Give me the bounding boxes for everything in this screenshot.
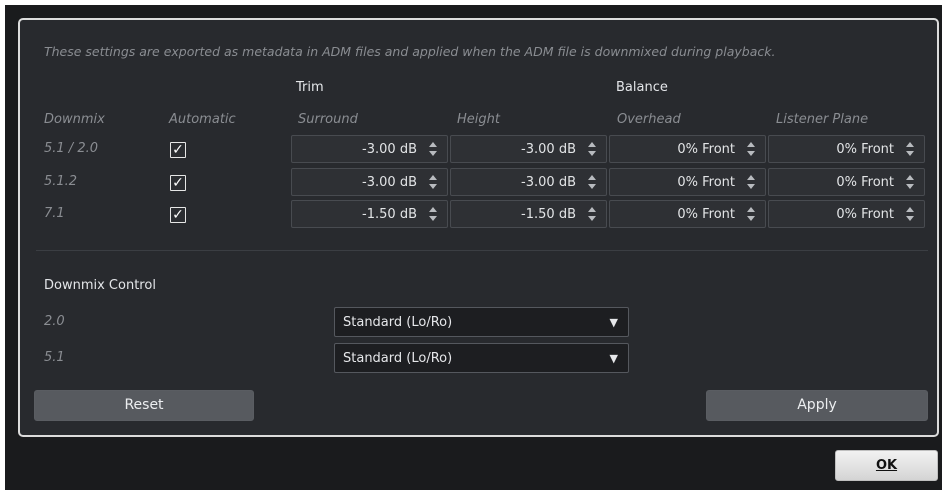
downmix-select-5-1[interactable]: Standard (Lo/Ro) ▼ xyxy=(334,343,629,373)
stepper-value: 0% Front xyxy=(677,207,735,222)
up-down-arrows-icon[interactable] xyxy=(746,174,756,190)
listener-plane-balance-stepper-5-1-2[interactable]: 0% Front xyxy=(768,168,925,196)
column-listener-plane: Listener Plane xyxy=(776,112,869,127)
row-label-5-1-2-0: 5.1 / 2.0 xyxy=(44,141,98,156)
up-down-arrows-icon[interactable] xyxy=(428,141,438,157)
stepper-value: 0% Front xyxy=(836,207,894,222)
caret-down-icon: ▼ xyxy=(609,316,618,329)
downmix-control-label-2-0: 2.0 xyxy=(44,314,65,329)
stepper-value: -3.00 dB xyxy=(362,175,417,190)
column-height: Height xyxy=(457,112,500,127)
surround-trim-stepper-5-1-2-0[interactable]: -3.00 dB xyxy=(291,135,448,163)
stepper-value: -3.00 dB xyxy=(362,142,417,157)
stepper-value: -1.50 dB xyxy=(362,207,417,222)
surround-trim-stepper-7-1[interactable]: -1.50 dB xyxy=(291,200,448,228)
column-overhead: Overhead xyxy=(617,112,681,127)
automatic-checkbox-5-1-2-0[interactable]: ✓ xyxy=(170,142,186,158)
up-down-arrows-icon[interactable] xyxy=(905,206,915,222)
up-down-arrows-icon[interactable] xyxy=(428,174,438,190)
reset-button[interactable]: Reset xyxy=(34,390,254,421)
height-trim-stepper-5-1-2[interactable]: -3.00 dB xyxy=(450,168,607,196)
stepper-value: -3.00 dB xyxy=(521,175,576,190)
select-value: Standard (Lo/Ro) xyxy=(343,315,453,330)
listener-plane-balance-stepper-7-1[interactable]: 0% Front xyxy=(768,200,925,228)
up-down-arrows-icon[interactable] xyxy=(905,141,915,157)
listener-plane-balance-stepper-5-1-2-0[interactable]: 0% Front xyxy=(768,135,925,163)
dialog-window: These settings are exported as metadata … xyxy=(5,5,942,490)
row-label-7-1: 7.1 xyxy=(44,206,65,221)
downmix-control-title: Downmix Control xyxy=(44,278,156,293)
stepper-value: 0% Front xyxy=(836,142,894,157)
section-divider xyxy=(36,250,928,251)
select-value: Standard (Lo/Ro) xyxy=(343,351,453,366)
balance-group-heading: Balance xyxy=(616,80,668,95)
caret-down-icon: ▼ xyxy=(609,352,618,365)
info-text: These settings are exported as metadata … xyxy=(44,44,776,59)
overhead-balance-stepper-7-1[interactable]: 0% Front xyxy=(609,200,766,228)
automatic-checkbox-7-1[interactable]: ✓ xyxy=(170,207,186,223)
stepper-value: 0% Front xyxy=(836,175,894,190)
up-down-arrows-icon[interactable] xyxy=(746,141,756,157)
stepper-value: -3.00 dB xyxy=(521,142,576,157)
trim-group-heading: Trim xyxy=(296,80,324,95)
row-label-5-1-2: 5.1.2 xyxy=(44,174,78,189)
downmix-control-label-5-1: 5.1 xyxy=(44,350,65,365)
up-down-arrows-icon[interactable] xyxy=(905,174,915,190)
surround-trim-stepper-5-1-2[interactable]: -3.00 dB xyxy=(291,168,448,196)
downmix-select-2-0[interactable]: Standard (Lo/Ro) ▼ xyxy=(334,307,629,337)
overhead-balance-stepper-5-1-2-0[interactable]: 0% Front xyxy=(609,135,766,163)
up-down-arrows-icon[interactable] xyxy=(587,141,597,157)
height-trim-stepper-7-1[interactable]: -1.50 dB xyxy=(450,200,607,228)
up-down-arrows-icon[interactable] xyxy=(587,206,597,222)
overhead-balance-stepper-5-1-2[interactable]: 0% Front xyxy=(609,168,766,196)
settings-panel: These settings are exported as metadata … xyxy=(18,18,939,437)
stepper-value: -1.50 dB xyxy=(521,207,576,222)
up-down-arrows-icon[interactable] xyxy=(587,174,597,190)
stepper-value: 0% Front xyxy=(677,175,735,190)
up-down-arrows-icon[interactable] xyxy=(746,206,756,222)
up-down-arrows-icon[interactable] xyxy=(428,206,438,222)
stepper-value: 0% Front xyxy=(677,142,735,157)
column-downmix: Downmix xyxy=(44,112,105,127)
column-automatic: Automatic xyxy=(169,112,236,127)
column-surround: Surround xyxy=(298,112,358,127)
height-trim-stepper-5-1-2-0[interactable]: -3.00 dB xyxy=(450,135,607,163)
ok-button[interactable]: OK xyxy=(835,450,938,481)
automatic-checkbox-5-1-2[interactable]: ✓ xyxy=(170,175,186,191)
apply-button[interactable]: Apply xyxy=(706,390,928,421)
